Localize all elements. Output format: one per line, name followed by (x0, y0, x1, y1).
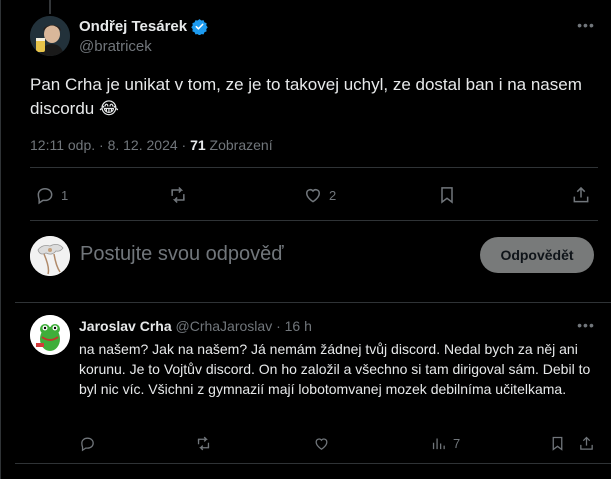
reply-reply-action[interactable] (79, 431, 96, 455)
reply-input[interactable]: Postujte svou odpověď (80, 243, 284, 266)
author-avatar[interactable] (30, 16, 70, 56)
reply-author-avatar[interactable] (30, 315, 70, 355)
laughing-emoji: 😂 (99, 99, 119, 118)
reply-share-action[interactable] (578, 431, 595, 455)
views-label: Zobrazení (209, 137, 273, 153)
tweet-timestamp[interactable]: 12:11 odp. · 8. 12. 2024 · (30, 137, 186, 153)
like-count: 2 (329, 187, 337, 203)
reply-author-name[interactable]: Jaroslav Crha (79, 318, 172, 334)
author-name-text: Ondřej Tesárek (79, 18, 188, 35)
tweet-actions-bar: 1 2 (30, 183, 598, 207)
divider (30, 167, 598, 168)
author-handle[interactable]: @bratricek (79, 38, 152, 55)
views-count: 71 (190, 137, 206, 153)
reply-icon (81, 437, 94, 451)
reply-views-count: 7 (453, 435, 461, 451)
repost-action[interactable] (168, 183, 188, 207)
divider (15, 302, 611, 303)
reply-timestamp[interactable]: · 16 h (276, 318, 312, 334)
repost-icon (171, 186, 185, 204)
reply-text: na našem? Jak na našem? Já nemám žádnej … (79, 341, 591, 397)
thread-connector-line (49, 0, 51, 14)
share-icon (580, 436, 593, 450)
reply-like-action[interactable] (313, 431, 330, 455)
verified-badge-icon (191, 18, 208, 36)
tweet-text: Pan Crha je unikat v tom, ze je to takov… (30, 73, 590, 121)
reply-repost-action[interactable] (195, 431, 212, 455)
reply-views-action[interactable]: 7 (430, 431, 460, 455)
share-icon (573, 186, 589, 203)
reply-header: Jaroslav Crha @CrhaJaroslav · 16 h (79, 318, 312, 334)
tweet-meta: 12:11 odp. · 8. 12. 2024 · 71 Zobrazení (30, 137, 273, 153)
bookmark-action[interactable] (437, 183, 457, 207)
current-user-avatar[interactable] (30, 236, 70, 276)
reply-count: 1 (61, 187, 69, 203)
heart-icon (306, 189, 320, 203)
reply-action[interactable]: 1 (35, 183, 68, 207)
tweet-detail-view: Ondřej Tesárek @bratricek ••• Pan Crha j… (0, 0, 611, 479)
reply-submit-button[interactable]: Odpovědět (480, 237, 594, 273)
divider (15, 463, 611, 464)
author-name[interactable]: Ondřej Tesárek (79, 18, 208, 36)
reply-icon (37, 187, 53, 205)
reply-author-handle[interactable]: @CrhaJaroslav (176, 318, 273, 334)
analytics-icon (432, 438, 445, 449)
reply-actions-bar: 7 (79, 431, 597, 451)
divider (30, 220, 598, 221)
reply-more-options-icon[interactable]: ••• (575, 318, 597, 336)
reply-bookmark-action[interactable] (549, 431, 566, 455)
heart-icon (315, 437, 328, 450)
more-options-icon[interactable]: ••• (575, 18, 597, 36)
bookmark-icon (441, 187, 453, 204)
repost-icon (197, 436, 210, 450)
like-action[interactable]: 2 (303, 183, 336, 207)
bookmark-icon (552, 436, 563, 451)
share-action[interactable] (571, 183, 591, 207)
